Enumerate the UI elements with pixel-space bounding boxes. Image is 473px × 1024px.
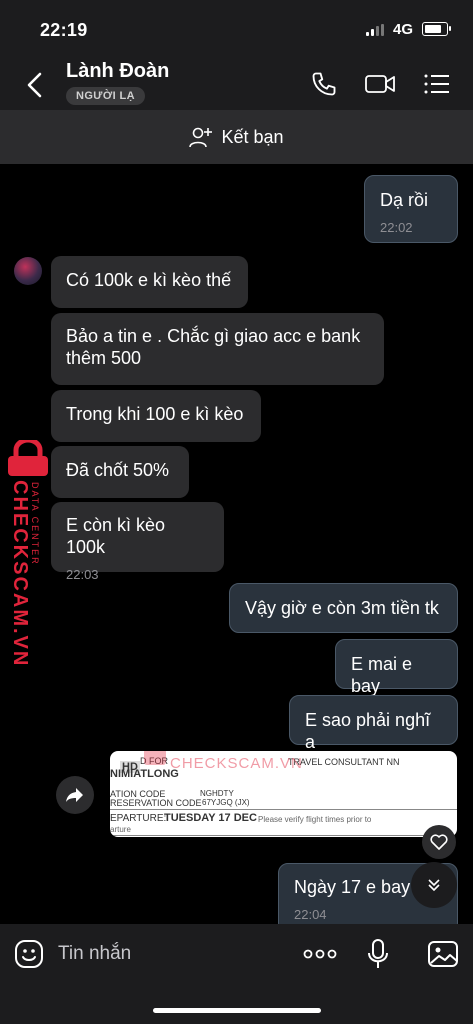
react-button[interactable] xyxy=(422,825,456,859)
add-friend-label: Kết bạn xyxy=(221,126,284,147)
message-text: E sao phải nghĩ a xyxy=(305,710,431,752)
ticket-text: TUESDAY 17 DEC xyxy=(164,812,257,824)
ticket-text: EPARTURE: xyxy=(110,813,167,824)
message-text: Dạ rồi xyxy=(380,190,429,210)
message-time: 22:03 xyxy=(66,567,99,582)
message-text: E còn kì kèo 100k xyxy=(66,515,166,557)
sticker-icon[interactable] xyxy=(14,939,44,969)
ticket-text: 67YJGQ (JX) xyxy=(202,798,250,807)
ticket-text: Please verify flight times prior to xyxy=(258,815,372,824)
watermark-lock-icon xyxy=(8,440,48,476)
network-label: 4G xyxy=(393,21,414,38)
message-outgoing[interactable]: E sao phải nghĩ a xyxy=(289,695,458,752)
message-outgoing[interactable]: Dạ rồi 22:02 xyxy=(364,175,458,243)
phone-call-icon[interactable] xyxy=(310,70,338,98)
home-indicator xyxy=(153,1008,321,1013)
message-incoming[interactable]: Trong khi 100 e kì kèo xyxy=(51,390,261,442)
more-icon[interactable] xyxy=(303,944,337,964)
message-text-line: Bảo a tin e . Chắc gì giao acc e bank xyxy=(66,326,361,346)
message-input[interactable]: Tin nhắn xyxy=(58,943,131,965)
ticket-text: NGHDTY xyxy=(200,789,234,798)
message-time: 22:02 xyxy=(380,220,413,235)
watermark-sub: DATA CENTER xyxy=(30,482,42,578)
ticket-text: RESERVATION CODE xyxy=(110,798,202,808)
battery-icon xyxy=(422,22,451,36)
message-text: Ngày 17 e bay xyxy=(294,877,411,897)
scroll-to-bottom-button[interactable] xyxy=(411,862,457,908)
avatar[interactable] xyxy=(14,257,42,285)
message-incoming[interactable]: Có 100k e kì kèo thế xyxy=(51,256,248,308)
message-incoming[interactable]: E còn kì kèo 100k 22:03 xyxy=(51,502,224,582)
forward-button[interactable] xyxy=(56,776,94,814)
watermark: CHECKSCAM.VN xyxy=(8,480,31,667)
watermark-brand: CHECKSCAM.VN xyxy=(9,480,31,668)
message-time: 22:04 xyxy=(294,907,327,922)
image-icon[interactable] xyxy=(427,939,459,969)
message-text: Trong khi 100 e kì kèo xyxy=(66,404,244,424)
watermark-brand-small: CHECKSCAM.VN xyxy=(170,755,303,772)
stranger-badge: NGƯỜI LẠ xyxy=(66,87,145,105)
double-chevron-down-icon xyxy=(428,879,440,892)
message-text: Vậy giờ e còn 3m tiền tk xyxy=(245,598,439,618)
microphone-icon[interactable] xyxy=(366,938,390,970)
message-text: E mai e bay xyxy=(351,654,413,696)
ticket-text: arture xyxy=(110,825,131,834)
back-icon[interactable] xyxy=(24,70,46,100)
forward-icon xyxy=(66,788,83,802)
contact-name[interactable]: Lành Đoàn xyxy=(66,60,169,83)
message-text: Đã chốt 50% xyxy=(66,460,170,480)
message-incoming[interactable]: Bảo a tin e . Chắc gì giao acc e bank th… xyxy=(51,313,384,385)
watermark-sub-text: DATA CENTER xyxy=(30,482,40,566)
message-text: Có 100k e kì kèo thế xyxy=(66,270,232,290)
heart-icon xyxy=(430,834,448,850)
ticket-image[interactable]: HD D FOR TRAVEL CONSULTANT NN NIMIATLONG… xyxy=(110,751,457,837)
signal-icon xyxy=(366,24,384,36)
message-outgoing[interactable]: Vậy giờ e còn 3m tiền tk xyxy=(229,583,458,633)
ticket-text: TRAVEL CONSULTANT NN xyxy=(288,757,400,767)
message-incoming[interactable]: Đã chốt 50% xyxy=(51,446,189,498)
add-friend-button[interactable]: Kết bạn xyxy=(0,110,473,164)
message-outgoing[interactable]: E mai e bay xyxy=(335,639,458,696)
status-time: 22:19 xyxy=(40,20,88,40)
video-call-icon[interactable] xyxy=(364,70,396,98)
add-user-icon xyxy=(189,127,213,148)
lock-icon xyxy=(144,751,166,765)
ticket-text: NIMIATLONG xyxy=(110,768,179,780)
message-text-line: thêm 500 xyxy=(66,348,142,368)
menu-icon[interactable] xyxy=(423,70,451,98)
